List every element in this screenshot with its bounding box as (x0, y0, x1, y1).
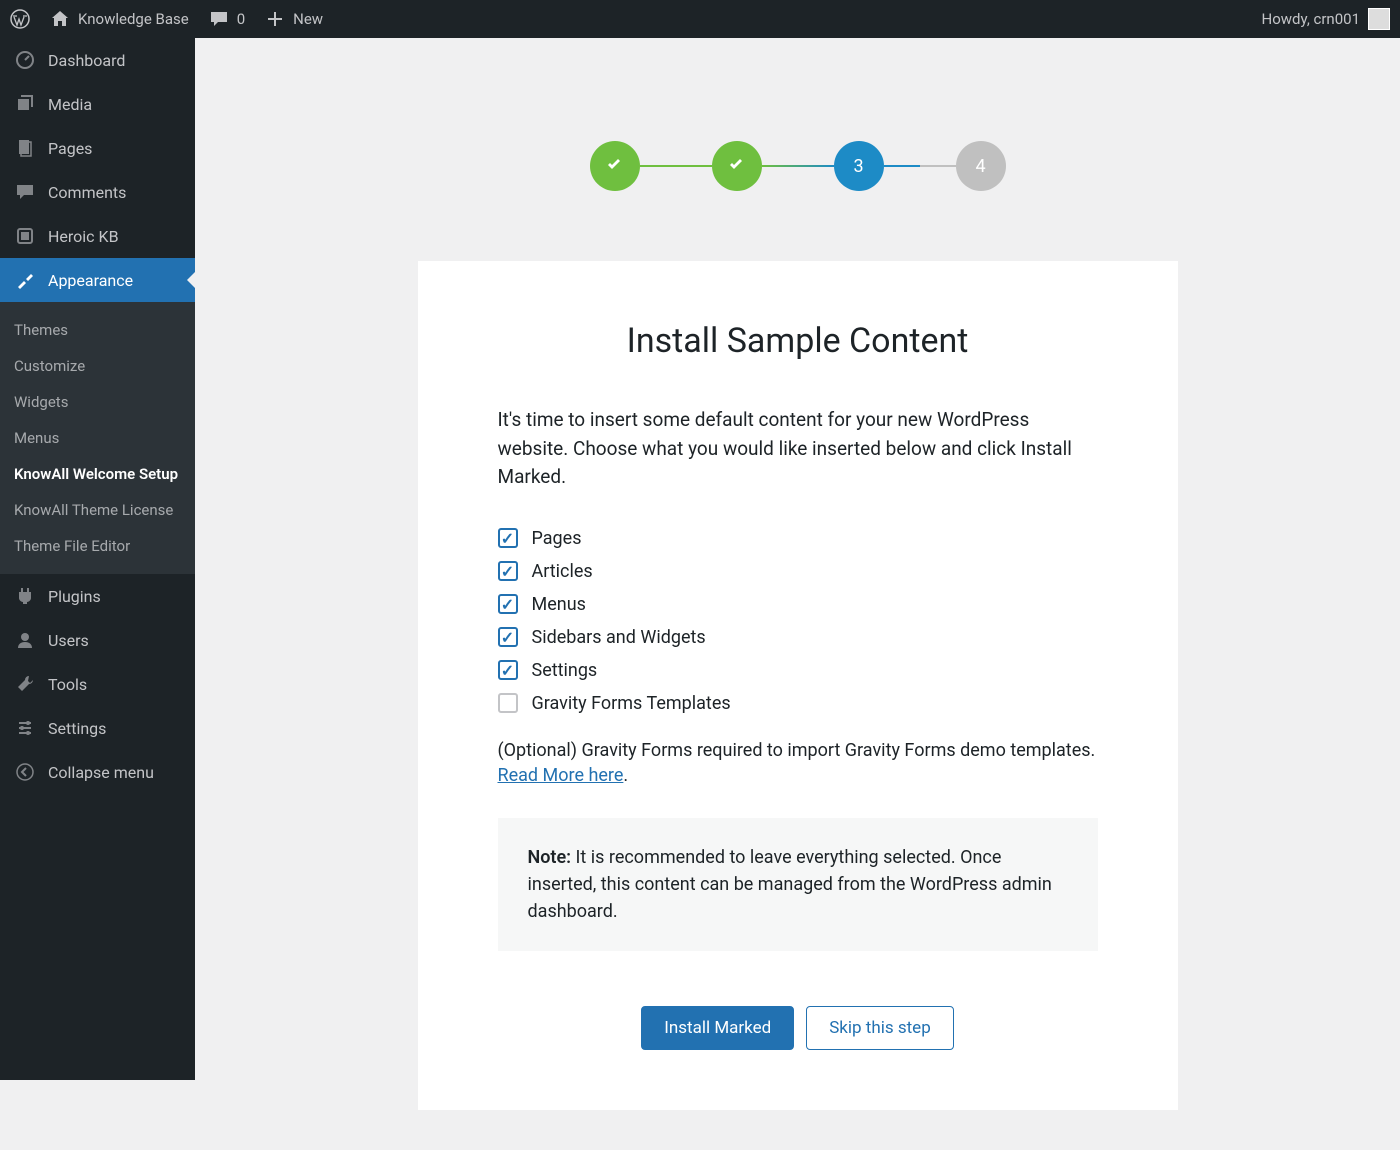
step-4-pending: 4 (956, 141, 1006, 191)
sidebar-label: Appearance (48, 271, 133, 290)
optional-prefix: (Optional) Gravity Forms required to imp… (498, 740, 1096, 761)
submenu-item-widgets[interactable]: Widgets (0, 384, 195, 420)
optional-suffix: . (623, 765, 628, 786)
collapse-menu[interactable]: Collapse menu (0, 750, 195, 794)
sidebar-item-media[interactable]: Media (0, 82, 195, 126)
site-name-label: Knowledge Base (78, 10, 189, 28)
checkbox-sidebars[interactable] (498, 627, 518, 647)
action-buttons: Install Marked Skip this step (498, 1006, 1098, 1050)
check-item-sidebars: Sidebars and Widgets (498, 621, 1098, 654)
submenu-item-menus[interactable]: Menus (0, 420, 195, 456)
page-title: Install Sample Content (498, 321, 1098, 361)
appearance-submenu: Themes Customize Widgets Menus KnowAll W… (0, 302, 195, 574)
sidebar-label: Dashboard (48, 51, 125, 70)
note-label: Note: (528, 847, 572, 868)
read-more-link[interactable]: Read More here (498, 765, 624, 786)
users-icon (14, 629, 36, 651)
connector-1-2 (640, 165, 712, 167)
checkbox-menus[interactable] (498, 594, 518, 614)
sidebar-label: Heroic KB (48, 227, 119, 246)
progress-stepper: 3 4 (418, 141, 1178, 191)
plus-icon (265, 9, 285, 29)
connector-2-3 (762, 165, 834, 167)
appearance-icon (14, 269, 36, 291)
comments-link[interactable]: 0 (209, 9, 245, 29)
sidebar-item-comments[interactable]: Comments (0, 170, 195, 214)
checkbox-articles[interactable] (498, 561, 518, 581)
check-label: Articles (532, 561, 593, 582)
check-item-pages: Pages (498, 522, 1098, 555)
comment-icon (209, 9, 229, 29)
admin-sidebar: Dashboard Media Pages Comments Heroic KB… (0, 38, 195, 1080)
note-box: Note: It is recommended to leave everyth… (498, 818, 1098, 951)
install-marked-button[interactable]: Install Marked (641, 1006, 794, 1050)
site-name-link[interactable]: Knowledge Base (50, 9, 189, 29)
optional-note: (Optional) Gravity Forms required to imp… (498, 738, 1098, 788)
checkbox-gravity[interactable] (498, 693, 518, 713)
sidebar-item-appearance[interactable]: Appearance (0, 258, 195, 302)
sidebar-item-settings[interactable]: Settings (0, 706, 195, 750)
heroic-kb-icon (14, 225, 36, 247)
media-icon (14, 93, 36, 115)
check-label: Gravity Forms Templates (532, 693, 731, 714)
settings-icon (14, 717, 36, 739)
skip-step-button[interactable]: Skip this step (806, 1006, 954, 1050)
step-3-current: 3 (834, 141, 884, 191)
tools-icon (14, 673, 36, 695)
collapse-label: Collapse menu (48, 763, 154, 782)
submenu-item-customize[interactable]: Customize (0, 348, 195, 384)
step-1-done (590, 141, 640, 191)
sidebar-label: Tools (48, 675, 87, 694)
sidebar-item-tools[interactable]: Tools (0, 662, 195, 706)
checkbox-settings[interactable] (498, 660, 518, 680)
new-label: New (293, 10, 323, 28)
connector-3-4 (884, 165, 956, 167)
checkbox-pages[interactable] (498, 528, 518, 548)
check-label: Sidebars and Widgets (532, 627, 706, 648)
plugins-icon (14, 585, 36, 607)
sidebar-label: Comments (48, 183, 126, 202)
sidebar-label: Pages (48, 139, 92, 158)
check-item-articles: Articles (498, 555, 1098, 588)
sidebar-label: Media (48, 95, 92, 114)
sidebar-label: Plugins (48, 587, 101, 606)
sidebar-label: Users (48, 631, 89, 650)
main-content: 3 4 Install Sample Content It's time to … (195, 38, 1400, 1150)
content-checklist: Pages Articles Menus Sidebars and Widget… (498, 522, 1098, 720)
check-item-gravity: Gravity Forms Templates (498, 687, 1098, 720)
submenu-item-theme-editor[interactable]: Theme File Editor (0, 528, 195, 564)
sidebar-item-dashboard[interactable]: Dashboard (0, 38, 195, 82)
install-card: Install Sample Content It's time to inse… (418, 261, 1178, 1110)
comment-count: 0 (237, 10, 245, 28)
check-label: Menus (532, 594, 586, 615)
check-label: Settings (532, 660, 598, 681)
dashboard-icon (14, 49, 36, 71)
new-content-link[interactable]: New (265, 9, 323, 29)
home-icon (50, 9, 70, 29)
wp-logo[interactable] (10, 9, 30, 29)
step-2-done (712, 141, 762, 191)
avatar (1368, 8, 1390, 30)
sidebar-item-users[interactable]: Users (0, 618, 195, 662)
pages-icon (14, 137, 36, 159)
howdy-text: Howdy, crn001 (1262, 10, 1360, 28)
admin-topbar: Knowledge Base 0 New Howdy, crn001 (0, 0, 1400, 38)
wordpress-icon (10, 9, 30, 29)
check-item-menus: Menus (498, 588, 1098, 621)
submenu-item-knowall-welcome[interactable]: KnowAll Welcome Setup (0, 456, 195, 492)
sidebar-item-heroic-kb[interactable]: Heroic KB (0, 214, 195, 258)
note-text: It is recommended to leave everything se… (528, 847, 1052, 922)
sidebar-item-pages[interactable]: Pages (0, 126, 195, 170)
account-link[interactable]: Howdy, crn001 (1262, 8, 1390, 30)
sidebar-item-plugins[interactable]: Plugins (0, 574, 195, 618)
comments-icon (14, 181, 36, 203)
sidebar-label: Settings (48, 719, 106, 738)
submenu-item-themes[interactable]: Themes (0, 312, 195, 348)
submenu-item-knowall-license[interactable]: KnowAll Theme License (0, 492, 195, 528)
collapse-icon (14, 761, 36, 783)
intro-text: It's time to insert some default content… (498, 406, 1098, 492)
check-label: Pages (532, 528, 582, 549)
check-item-settings: Settings (498, 654, 1098, 687)
